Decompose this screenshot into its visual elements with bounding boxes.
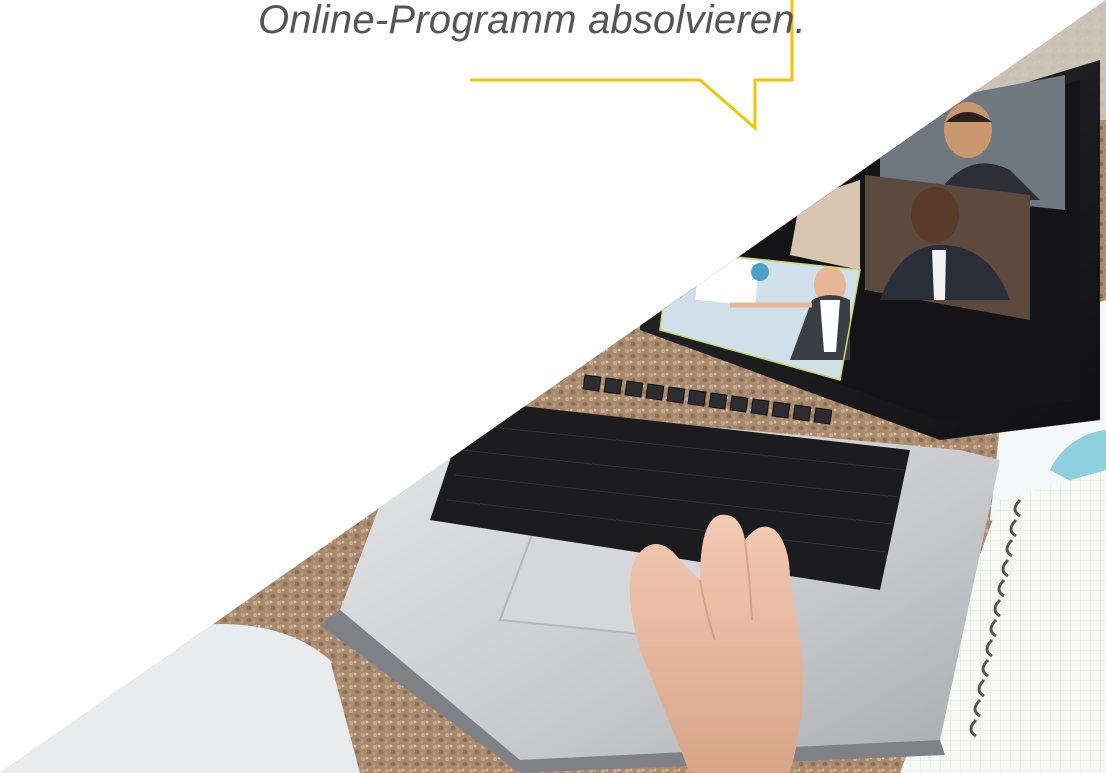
page: Online-Programm absolvieren. bbox=[0, 0, 1106, 773]
quote-callout: Online-Programm absolvieren. bbox=[0, 0, 807, 140]
quote-text: Online-Programm absolvieren. bbox=[258, 0, 807, 42]
